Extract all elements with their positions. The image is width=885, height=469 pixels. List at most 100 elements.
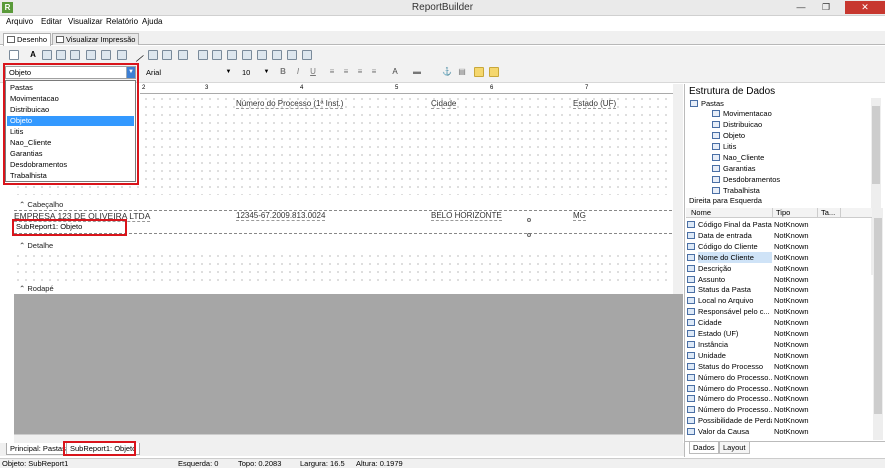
bring-to-front-icon[interactable]: [474, 67, 484, 77]
barcode-tool-icon[interactable]: [162, 50, 172, 60]
menu-arquivo[interactable]: Arquivo: [6, 17, 33, 26]
table-row[interactable]: Número do Processo... NotKnown: [686, 393, 872, 404]
field-numero-processo[interactable]: Número do Processo (1ª Inst.): [236, 99, 344, 109]
align-left-icon[interactable]: ≡: [327, 67, 337, 77]
richtext-tool-icon[interactable]: [56, 50, 66, 60]
col-nome[interactable]: Nome: [691, 208, 773, 218]
table-row[interactable]: Nome do Cliente NotKnown: [686, 251, 872, 263]
band-detalhe[interactable]: ⌃ Detalhe: [19, 241, 53, 250]
tab-desenho[interactable]: Desenho: [3, 33, 52, 46]
tab-principal-pastas[interactable]: Principal: Pastas: [6, 443, 70, 455]
highlight-color-icon[interactable]: ▬: [412, 67, 422, 77]
tab-dados[interactable]: Dados: [689, 442, 719, 454]
tree-node[interactable]: Litis: [712, 142, 736, 151]
table-row[interactable]: Número do Processo... NotKnown: [686, 383, 872, 394]
tree-node[interactable]: Nao_Cliente: [712, 153, 764, 162]
menu-ajuda[interactable]: Ajuda: [142, 17, 162, 26]
tree-root[interactable]: Pastas: [690, 99, 724, 108]
table-row[interactable]: Status do Processo NotKnown: [686, 361, 872, 372]
anchor-icon[interactable]: ⚓: [442, 67, 452, 77]
tree-node[interactable]: Garantias: [712, 164, 756, 173]
tab-layout[interactable]: Layout: [719, 442, 750, 454]
field-name: Unidade: [698, 350, 726, 360]
table-row[interactable]: Cidade NotKnown: [686, 317, 872, 328]
field-cidade[interactable]: Cidade: [431, 99, 457, 109]
tab-visualizar-impressao[interactable]: Visualizar Impressão: [52, 33, 140, 45]
maximize-button[interactable]: ❐: [815, 1, 837, 14]
calc-tool-icon[interactable]: [178, 50, 188, 60]
crosstab-tool-icon[interactable]: [227, 50, 237, 60]
table-row[interactable]: Local no Arquivo NotKnown: [686, 295, 872, 306]
col-ta[interactable]: Ta...: [821, 208, 841, 218]
scroll-thumb[interactable]: [872, 106, 880, 184]
italic-button[interactable]: I: [293, 67, 303, 77]
band-cabecalho[interactable]: ⌃ Cabeçalho: [19, 200, 63, 209]
dbimage-tool-icon[interactable]: [117, 50, 127, 60]
table-row[interactable]: Valor da Causa NotKnown: [686, 426, 872, 437]
chevron-down-icon[interactable]: ▼: [262, 67, 271, 78]
subreport-tool-icon[interactable]: [212, 50, 222, 60]
dbmemo-tool-icon[interactable]: [101, 50, 111, 60]
underline-button[interactable]: U: [308, 67, 318, 77]
tree-node[interactable]: Objeto: [712, 131, 745, 140]
table-row[interactable]: Código do Cliente NotKnown: [686, 241, 872, 252]
justify-icon[interactable]: ≡: [369, 67, 379, 77]
scroll-thumb[interactable]: [874, 218, 882, 414]
table-row[interactable]: Responsável pelo c... NotKnown: [686, 306, 872, 317]
grid-scrollbar[interactable]: [873, 208, 883, 440]
align-center-icon[interactable]: ≡: [341, 67, 351, 77]
shape-tool-icon[interactable]: [148, 50, 158, 60]
table-row[interactable]: Número do Processo... NotKnown: [686, 404, 872, 415]
menu-visualizar[interactable]: Visualizar: [68, 17, 103, 26]
table-row[interactable]: Status da Pasta NotKnown: [686, 284, 872, 295]
table-row[interactable]: Assunto NotKnown: [686, 274, 872, 285]
dbtext-tool-icon[interactable]: [86, 50, 96, 60]
dbcalc-tool-icon[interactable]: [257, 50, 267, 60]
bold-button[interactable]: B: [278, 67, 288, 77]
font-name-select[interactable]: Arial ▼: [142, 66, 234, 79]
pointer-icon[interactable]: [9, 50, 19, 60]
detail-cidade[interactable]: BELO HORIZONTE: [431, 211, 502, 221]
align-right-icon[interactable]: ≡: [355, 67, 365, 77]
chart-tool-icon[interactable]: [242, 50, 252, 60]
field-estado[interactable]: Estado (UF): [573, 99, 617, 109]
line-tool-icon[interactable]: [129, 47, 145, 63]
table-row[interactable]: Estado (UF) NotKnown: [686, 328, 872, 339]
detail-numero[interactable]: 12345-67.2009.813.0024: [236, 211, 326, 221]
systemvar-tool-icon[interactable]: [287, 50, 297, 60]
resize-handle[interactable]: [527, 218, 531, 222]
table-row[interactable]: Data de entrada NotKnown: [686, 230, 872, 241]
tree-node[interactable]: Desdobramentos: [712, 175, 780, 184]
detail-estado[interactable]: MG: [573, 211, 586, 221]
label-tool-icon[interactable]: A: [28, 50, 38, 60]
region-tool-icon[interactable]: [198, 50, 208, 60]
minimize-button[interactable]: —: [790, 1, 812, 14]
image-tool-icon[interactable]: [70, 50, 80, 60]
bring-front-icon[interactable]: ▤: [457, 67, 467, 77]
send-to-back-icon[interactable]: [489, 67, 499, 77]
table-row[interactable]: Unidade NotKnown: [686, 350, 872, 361]
checkbox-tool-icon[interactable]: [302, 50, 312, 60]
detail-grid: [14, 252, 672, 282]
table-row[interactable]: Instância NotKnown: [686, 339, 872, 350]
col-tipo[interactable]: Tipo: [776, 208, 818, 218]
variable-tool-icon[interactable]: [272, 50, 282, 60]
band-rodape[interactable]: ⌃ Rodapé: [19, 284, 54, 293]
menu-relatorio[interactable]: Relatório: [106, 17, 138, 26]
menu-editar[interactable]: Editar: [41, 17, 62, 26]
vertical-scrollbar[interactable]: [673, 84, 683, 294]
table-row[interactable]: Código Final da Pasta NotKnown: [686, 219, 872, 230]
memo-tool-icon[interactable]: [42, 50, 52, 60]
chevron-down-icon[interactable]: ▼: [224, 67, 233, 78]
table-row[interactable]: Número do Processo... NotKnown: [686, 372, 872, 383]
table-row[interactable]: Possibilidade de Perda NotKnown: [686, 415, 872, 426]
font-color-icon[interactable]: A: [390, 67, 400, 77]
table-row[interactable]: Descrição NotKnown: [686, 263, 872, 274]
panel-title: Estrutura de Dados: [689, 86, 776, 97]
font-size-select[interactable]: 10 ▼: [238, 66, 272, 79]
tree-node[interactable]: Movimentacao: [712, 109, 772, 118]
resize-handle[interactable]: [527, 233, 531, 237]
close-button[interactable]: ✕: [845, 1, 885, 14]
tree-node[interactable]: Distribuicao: [712, 120, 762, 129]
tree-node[interactable]: Trabalhista: [712, 186, 760, 195]
